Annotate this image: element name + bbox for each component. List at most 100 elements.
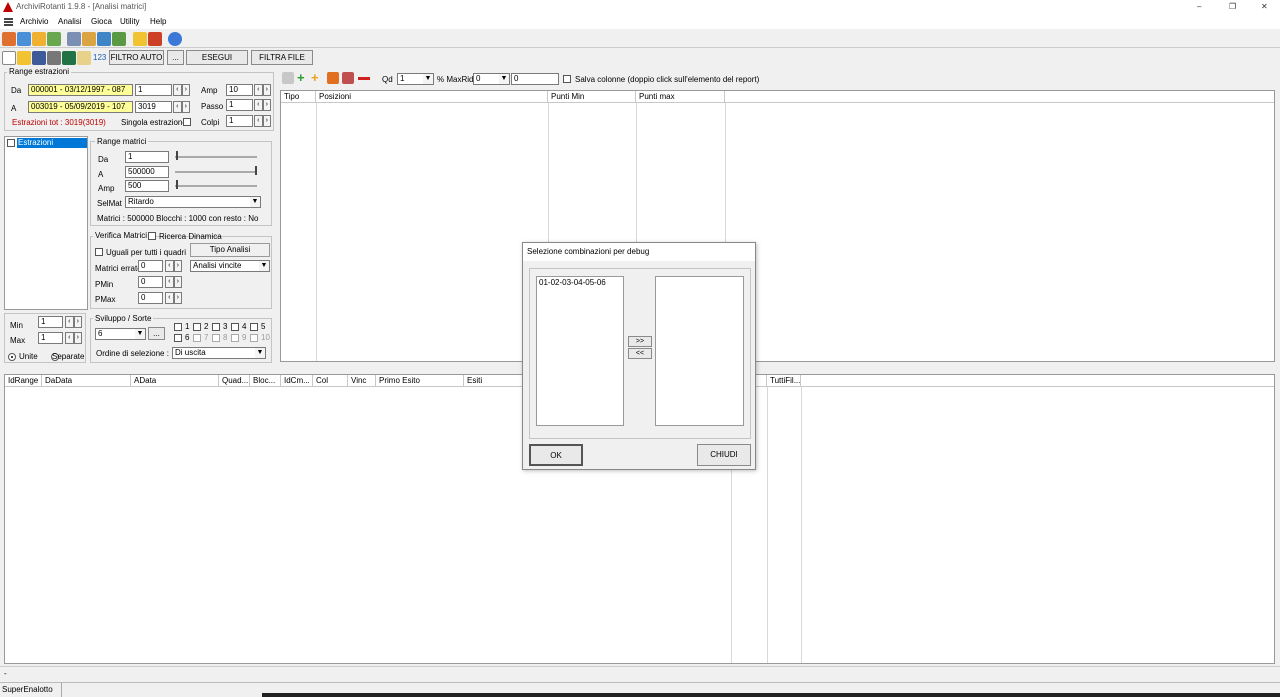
- sorte-checkbox-2[interactable]: [193, 323, 201, 331]
- new-file-icon[interactable]: [2, 51, 16, 65]
- a-num-field[interactable]: 3019: [135, 101, 172, 113]
- chart-icon[interactable]: [82, 32, 96, 46]
- col-tuttifil[interactable]: TuttiFil...: [767, 375, 801, 386]
- sorte-checkbox-8[interactable]: [212, 334, 220, 342]
- chevron-down-icon[interactable]: ▼: [499, 74, 509, 84]
- calendar-icon[interactable]: [17, 32, 31, 46]
- maxrid-num-field[interactable]: 0: [511, 73, 559, 85]
- estrazioni-tree[interactable]: Estrazioni: [4, 136, 88, 310]
- col-col[interactable]: Col: [313, 375, 348, 386]
- remove-icon[interactable]: [358, 77, 370, 80]
- amp-spinner[interactable]: ‹ ›: [254, 84, 271, 96]
- export-icon[interactable]: [32, 32, 46, 46]
- globe-icon[interactable]: [97, 32, 111, 46]
- uguali-checkbox[interactable]: [95, 248, 103, 256]
- da-estrazione-field[interactable]: 000001 - 03/12/1997 - 087: [28, 84, 133, 96]
- sviluppo-dots-button[interactable]: ...: [148, 327, 165, 340]
- colpi-spinner[interactable]: ‹ ›: [254, 115, 271, 127]
- list-icon[interactable]: [67, 32, 81, 46]
- passo-spinner[interactable]: ‹ ›: [254, 99, 271, 111]
- da-num-spinner[interactable]: ‹ ›: [173, 84, 190, 96]
- col-punti-min[interactable]: Punti Min: [548, 91, 636, 102]
- sorte-checkbox-10[interactable]: [250, 334, 258, 342]
- star-icon[interactable]: [133, 32, 147, 46]
- minimize-button[interactable]: –: [1197, 2, 1201, 12]
- colpi-field[interactable]: 1: [226, 115, 253, 127]
- tipo-analisi-select[interactable]: Analisi vincite ▼: [190, 260, 270, 272]
- move-right-button[interactable]: >>: [628, 336, 652, 347]
- col-bloc[interactable]: Bloc...: [250, 375, 281, 386]
- help-icon[interactable]: [168, 32, 182, 46]
- menu-archivio[interactable]: Archivio: [20, 17, 48, 27]
- refresh-icon[interactable]: [47, 32, 61, 46]
- col-idcm[interactable]: IdCm...: [281, 375, 313, 386]
- min-spinner[interactable]: ‹ ›: [65, 316, 82, 328]
- dots-button[interactable]: ...: [167, 50, 184, 65]
- sorte-checkbox-9[interactable]: [231, 334, 239, 342]
- col-primo-esito[interactable]: Primo Esito: [376, 375, 464, 386]
- estrazioni-tree-checkbox[interactable]: [7, 139, 15, 147]
- matrici-amp-field[interactable]: 500: [125, 180, 169, 192]
- singola-estrazione-checkbox[interactable]: [183, 118, 191, 126]
- amp-field[interactable]: 10: [226, 84, 253, 96]
- filtra-file-button[interactable]: FILTRA FILE: [251, 50, 313, 65]
- close-button[interactable]: ✕: [1261, 2, 1268, 12]
- ricerca-dinamica-checkbox[interactable]: [148, 232, 156, 240]
- col-tipo[interactable]: Tipo: [281, 91, 316, 102]
- a-estrazione-field[interactable]: 003019 - 05/09/2019 - 107: [28, 101, 133, 113]
- checklist-icon[interactable]: [112, 32, 126, 46]
- pmax-spinner[interactable]: ‹ ›: [165, 292, 182, 304]
- sorte-checkbox-6[interactable]: [174, 334, 182, 342]
- a-num-spinner[interactable]: ‹ ›: [173, 101, 190, 113]
- sorte-checkbox-4[interactable]: [231, 323, 239, 331]
- right-combinations-list[interactable]: [655, 276, 744, 426]
- count-button[interactable]: 123: [93, 53, 106, 63]
- edit-icon[interactable]: [327, 72, 339, 84]
- max-field[interactable]: 1: [38, 332, 63, 344]
- tools-icon[interactable]: [148, 32, 162, 46]
- matrici-a-slider[interactable]: [175, 166, 257, 178]
- col-idrange[interactable]: IdRange: [5, 375, 42, 386]
- salva-colonne-checkbox[interactable]: [563, 75, 571, 83]
- move-left-button[interactable]: <<: [628, 348, 652, 359]
- matrici-a-field[interactable]: 500000: [125, 166, 169, 178]
- chevron-down-icon[interactable]: ▼: [250, 197, 260, 207]
- chevron-down-icon[interactable]: ▼: [423, 74, 433, 84]
- menu-help[interactable]: Help: [150, 17, 166, 27]
- combination-list-item[interactable]: 01-02-03-04-05-06: [537, 277, 623, 289]
- col-vinc[interactable]: Vinc: [348, 375, 376, 386]
- sorte-checkbox-3[interactable]: [212, 323, 220, 331]
- filtro-auto-button[interactable]: FILTRO AUTO: [109, 50, 164, 65]
- sorte-checkbox-1[interactable]: [174, 323, 182, 331]
- col-posizioni[interactable]: Posizioni: [316, 91, 548, 102]
- col-dadata[interactable]: DaData: [42, 375, 131, 386]
- matrici-amp-slider[interactable]: [175, 180, 257, 192]
- remove-selected-icon[interactable]: [342, 72, 354, 84]
- ordine-select[interactable]: Di uscita ▼: [172, 347, 266, 359]
- home-icon[interactable]: [2, 32, 16, 46]
- passo-field[interactable]: 1: [226, 99, 253, 111]
- qd-select[interactable]: 1 ▼: [397, 73, 434, 85]
- left-combinations-list[interactable]: 01-02-03-04-05-06: [536, 276, 624, 426]
- max-spinner[interactable]: ‹ ›: [65, 332, 82, 344]
- col-punti-max[interactable]: Punti max: [636, 91, 725, 102]
- min-field[interactable]: 1: [38, 316, 63, 328]
- sviluppo-select[interactable]: 6 ▼: [95, 328, 146, 340]
- menu-analisi[interactable]: Analisi: [58, 17, 82, 27]
- col-quad[interactable]: Quad...: [219, 375, 250, 386]
- search-icon[interactable]: [77, 51, 91, 65]
- chevron-down-icon[interactable]: ▼: [259, 261, 269, 271]
- chevron-down-icon[interactable]: ▼: [135, 329, 145, 339]
- matrici-da-field[interactable]: 1: [125, 151, 169, 163]
- estrazioni-tree-item[interactable]: Estrazioni: [17, 138, 87, 148]
- add-orange-icon[interactable]: +: [311, 71, 319, 85]
- excel-icon[interactable]: [62, 51, 76, 65]
- selmat-select[interactable]: Ritardo ▼: [125, 196, 261, 208]
- esegui-button[interactable]: ESEGUI: [186, 50, 248, 65]
- col-adata[interactable]: AData: [131, 375, 219, 386]
- menu-utility[interactable]: Utility: [120, 17, 140, 27]
- sorte-checkbox-7[interactable]: [193, 334, 201, 342]
- chevron-down-icon[interactable]: ▼: [255, 348, 265, 358]
- maxrid-select[interactable]: 0 ▼: [473, 73, 510, 85]
- pmin-field[interactable]: 0: [138, 276, 163, 288]
